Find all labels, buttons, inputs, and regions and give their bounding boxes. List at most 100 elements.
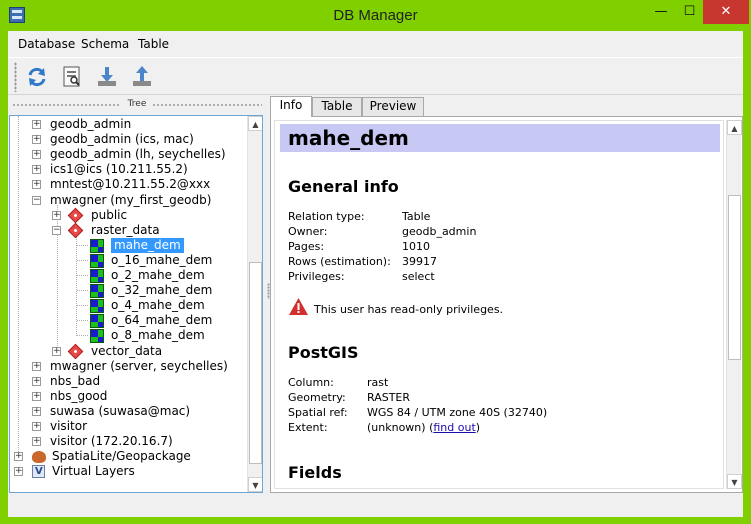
tree-item[interactable]: + nbs_bad <box>10 374 250 389</box>
tree-item[interactable]: o_8_mahe_dem <box>10 328 250 344</box>
expand-icon[interactable]: + <box>32 150 41 160</box>
owner-key: Owner: <box>288 225 328 238</box>
tree-item-label: nbs_bad <box>50 373 101 388</box>
tree-item[interactable]: + geodb_admin (lh, seychelles) <box>10 147 250 162</box>
tree-item-label: suwasa (suwasa@mac) <box>50 403 191 418</box>
rows-value: 39917 <box>402 255 437 268</box>
tree-item[interactable]: o_16_mahe_dem <box>10 253 250 268</box>
tree-item[interactable]: + mwagner (server, seychelles) <box>10 359 250 374</box>
dock-grip-right <box>152 103 262 108</box>
tree-item-label: o_4_mahe_dem <box>111 298 205 313</box>
raster-icon <box>90 284 104 299</box>
expand-icon[interactable]: + <box>32 135 41 145</box>
info-scroll-thumb[interactable] <box>728 195 741 360</box>
pages-key: Pages: <box>288 240 325 253</box>
scroll-up-icon[interactable]: ▲ <box>248 116 262 131</box>
tree-item[interactable]: + nbs_good <box>10 389 250 404</box>
tree-item[interactable]: + ics1@ics (10.211.55.2) <box>10 162 250 177</box>
scroll-down-icon[interactable]: ▼ <box>248 477 262 492</box>
tree-item[interactable]: + visitor (172.20.16.7) <box>10 434 250 449</box>
expand-icon[interactable]: + <box>32 165 41 175</box>
tree-item[interactable]: o_4_mahe_dem <box>10 298 250 314</box>
expand-icon[interactable]: + <box>32 406 41 416</box>
tree-item[interactable]: − raster_data <box>10 222 250 238</box>
connection-tree[interactable]: + geodb_admin + geodb_admin (ics, mac) + geod… <box>9 115 263 493</box>
expand-icon[interactable]: + <box>52 346 61 356</box>
collapse-icon[interactable]: − <box>52 225 61 235</box>
tree-item-label: public <box>91 207 128 222</box>
scroll-up-icon[interactable]: ▲ <box>727 120 742 135</box>
tree-item[interactable]: o_2_mahe_dem <box>10 268 250 283</box>
expand-icon[interactable]: + <box>14 452 23 462</box>
tab-info[interactable]: Info <box>270 96 312 117</box>
expand-icon[interactable]: + <box>32 422 41 431</box>
column-value: rast <box>367 376 389 389</box>
expand-icon[interactable]: + <box>32 180 41 190</box>
tree-item-label: mahe_dem <box>111 237 184 253</box>
raster-icon <box>90 238 104 253</box>
virtual-icon <box>32 464 45 479</box>
tree-item-label: mntest@10.211.55.2@xxx <box>50 177 211 192</box>
tab-table[interactable]: Table <box>312 97 362 116</box>
tree-item-label: ics1@ics (10.211.55.2) <box>50 162 188 177</box>
tree-item[interactable]: o_64_mahe_dem <box>10 313 250 329</box>
tree-item[interactable]: + Virtual Layers <box>10 464 250 479</box>
schema-icon <box>67 207 84 223</box>
tree-scrollbar[interactable]: ▲ ▼ <box>247 116 262 492</box>
close-button[interactable]: ✕ <box>703 0 749 24</box>
relation-type-value: Table <box>402 210 431 223</box>
tree-item-label: raster_data <box>91 222 160 237</box>
scroll-down-icon[interactable]: ▼ <box>727 474 742 489</box>
tree-dock-title[interactable]: Tree <box>8 98 266 114</box>
tree-item[interactable]: + mntest@10.211.55.2@xxx <box>10 177 250 192</box>
find-out-link[interactable]: find out <box>433 421 475 434</box>
tree-item[interactable]: mahe_dem <box>10 237 250 253</box>
export-layer-icon[interactable] <box>129 64 155 90</box>
tree-item[interactable]: + public <box>10 207 250 223</box>
expand-icon[interactable]: + <box>32 376 41 386</box>
tree-item[interactable]: + suwasa (suwasa@mac) <box>10 404 250 419</box>
tree-item-label: visitor (172.20.16.7) <box>50 434 173 449</box>
menu-schema[interactable]: Schema <box>81 37 129 51</box>
tree-item[interactable]: − mwagner (my_first_geodb) <box>10 193 250 208</box>
tree-scroll-thumb[interactable] <box>249 262 262 464</box>
tree-item-label: mwagner (my_first_geodb) <box>50 192 212 207</box>
warning-icon <box>289 298 308 315</box>
tree-item-label: geodb_admin <box>50 117 132 131</box>
column-key: Column: <box>288 376 334 389</box>
maximize-button[interactable]: ☐ <box>676 0 703 24</box>
minimize-button[interactable]: — <box>646 0 676 24</box>
expand-icon[interactable]: + <box>52 210 61 220</box>
import-layer-icon[interactable] <box>94 64 120 90</box>
tree-item[interactable]: + geodb_admin <box>10 117 250 132</box>
tree-item-label: o_64_mahe_dem <box>111 313 213 328</box>
table-title: mahe_dem <box>288 126 409 150</box>
tree-item[interactable]: + geodb_admin (ics, mac) <box>10 132 250 147</box>
pages-value: 1010 <box>402 240 430 253</box>
toolbar-grip[interactable] <box>14 62 17 92</box>
collapse-icon[interactable]: − <box>32 195 41 205</box>
geometry-key: Geometry: <box>288 391 346 404</box>
menu-table[interactable]: Table <box>138 37 169 51</box>
tree-item[interactable]: + vector_data <box>10 343 250 359</box>
raster-icon <box>90 269 104 283</box>
raster-icon <box>90 314 104 329</box>
expand-icon[interactable]: + <box>32 120 41 129</box>
tab-preview[interactable]: Preview <box>362 97 424 116</box>
menu-database[interactable]: Database <box>18 37 75 51</box>
expand-icon[interactable]: + <box>32 437 41 447</box>
expand-icon[interactable]: + <box>32 361 41 371</box>
sql-window-icon[interactable] <box>59 64 85 90</box>
tree-item[interactable]: o_32_mahe_dem <box>10 283 250 299</box>
refresh-icon[interactable] <box>24 64 50 90</box>
info-scrollbar[interactable]: ▲ ▼ <box>726 120 742 489</box>
info-view[interactable]: mahe_dem General info Relation type: Tab… <box>274 120 724 489</box>
expand-icon[interactable]: + <box>14 467 23 477</box>
main-window: Database Schema Table Tree + geodb_admin +… <box>8 31 743 517</box>
tree-item[interactable]: + visitor <box>10 419 250 434</box>
raster-icon <box>90 329 104 344</box>
expand-icon[interactable]: + <box>32 391 41 401</box>
tree-item[interactable]: + SpatiaLite/Geopackage <box>10 449 250 464</box>
tree-item-label: o_16_mahe_dem <box>111 252 213 267</box>
spatial-ref-value: WGS 84 / UTM zone 40S (32740) <box>367 406 548 419</box>
